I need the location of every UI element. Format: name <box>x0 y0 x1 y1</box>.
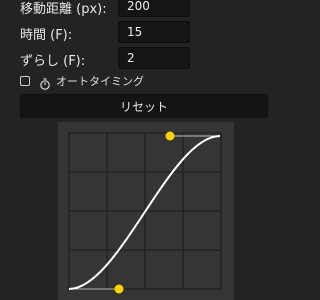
shift-label: ずらし (F): <box>20 54 86 69</box>
timer-icon <box>39 75 51 90</box>
distance-row: 移動距離 (px): <box>20 0 290 17</box>
shift-row: ずらし (F): <box>20 47 290 69</box>
time-input[interactable] <box>118 21 190 43</box>
end-control-handle[interactable] <box>165 131 175 141</box>
shift-input[interactable] <box>118 47 190 69</box>
distance-label: 移動距離 (px): <box>20 2 107 17</box>
start-control-handle[interactable] <box>114 284 124 294</box>
reset-button[interactable]: リセット <box>20 94 268 118</box>
distance-input[interactable] <box>118 0 190 17</box>
time-row: 時間 (F): <box>20 21 290 43</box>
auto-timing-option: オートタイミング <box>20 73 144 90</box>
auto-timing-checkbox[interactable] <box>20 76 30 86</box>
auto-timing-label: オートタイミング <box>56 75 144 88</box>
time-label: 時間 (F): <box>20 28 73 43</box>
curve-editor <box>58 122 234 300</box>
curve-editor-canvas <box>68 131 222 294</box>
